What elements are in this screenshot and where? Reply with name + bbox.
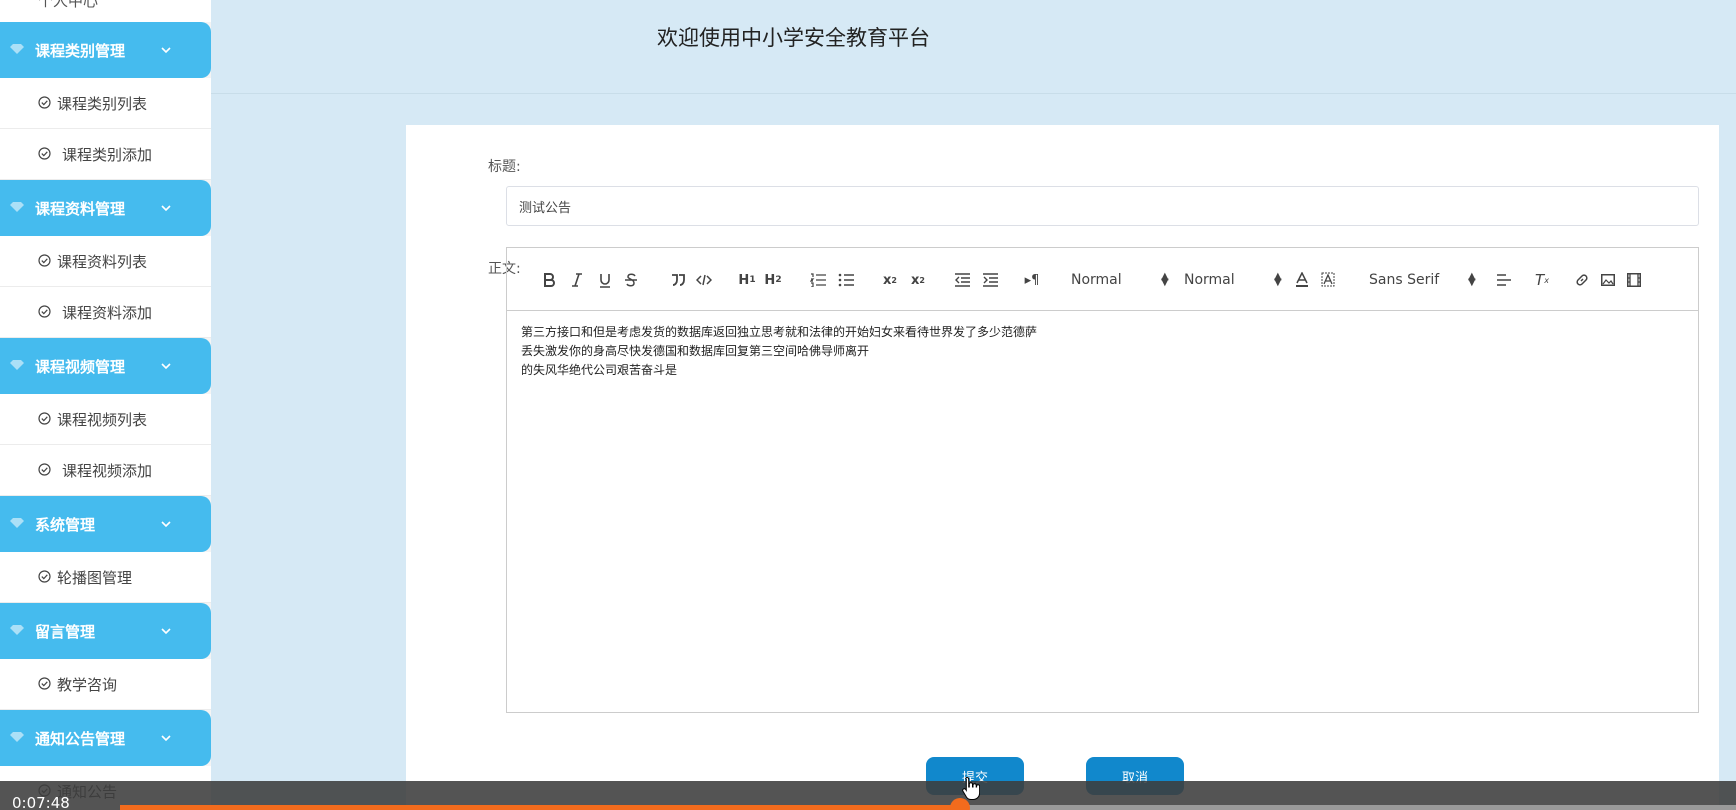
notice-form-card: 标题: 正文: [406, 125, 1719, 810]
underline-icon[interactable] [597, 269, 613, 291]
sidebar-item[interactable]: 课程类别添加 [0, 129, 211, 180]
strike-icon[interactable] [623, 269, 639, 291]
size-picker-value: Normal [1184, 272, 1235, 288]
sidebar-group-header[interactable]: 系统管理 [0, 496, 211, 552]
sidebar-item-label: 轮播图管理 [57, 568, 133, 587]
check-circle-icon [38, 463, 51, 476]
sidebar-group-header[interactable]: 课程视频管理 [0, 338, 211, 394]
picker-arrows-icon: ▲ ▼ [1274, 271, 1282, 288]
hand-cursor-icon [962, 776, 980, 800]
diamond-icon [10, 732, 24, 742]
check-circle-icon [38, 254, 51, 267]
rich-text-editor: H1 H2 x2 x2 ▸¶ Normal ▲ ▼ Normal ▲ ▼ San… [506, 247, 1699, 713]
link-icon[interactable] [1573, 269, 1591, 291]
video-icon[interactable] [1625, 269, 1643, 291]
ordered-list-icon[interactable] [809, 269, 827, 291]
editor-paragraph: 丢失激发你的身高尽快发德国和数据库回复第三空间哈佛导师离开 [521, 344, 870, 358]
editor-toolbar: H1 H2 x2 x2 ▸¶ Normal ▲ ▼ Normal ▲ ▼ San… [507, 248, 1698, 311]
clean-format-icon[interactable]: Tx [1533, 269, 1551, 291]
chevron-down-icon [161, 735, 171, 742]
h2-icon[interactable]: H2 [763, 269, 783, 291]
font-color-icon[interactable] [1293, 269, 1311, 291]
superscript-icon[interactable]: x2 [909, 269, 927, 291]
diamond-icon [10, 360, 24, 370]
sidebar-item-label: 课程视频添加 [62, 461, 153, 480]
video-progress-track[interactable] [120, 798, 1736, 810]
page-title: 欢迎使用中小学安全教育平台 [657, 26, 930, 50]
sidebar-item-label: 课程类别添加 [62, 145, 153, 164]
check-circle-icon [38, 96, 51, 109]
editor-paragraph: 的失风华绝代公司艰苦奋斗是 [521, 363, 678, 377]
font-family-picker[interactable]: Sans Serif ▲ ▼ [1369, 268, 1476, 292]
chevron-down-icon [161, 521, 171, 528]
picker-arrows-icon: ▲ ▼ [1468, 271, 1476, 288]
chevron-down-icon [161, 628, 171, 635]
chevron-down-icon [161, 47, 171, 54]
picker-arrows-icon: ▲ ▼ [1161, 271, 1169, 288]
video-controls: 0:07:48 [0, 781, 1736, 810]
check-circle-icon [38, 305, 51, 318]
sidebar-group-label: 课程视频管理 [35, 357, 126, 376]
diamond-icon [10, 44, 24, 54]
sidebar-item[interactable]: 课程类别列表 [0, 78, 211, 129]
sidebar-item-label: 个人中心 [38, 0, 99, 10]
video-progress-fill [120, 805, 961, 810]
bullet-list-icon[interactable] [837, 269, 855, 291]
sidebar-item-label: 教学咨询 [57, 675, 118, 694]
editor-content[interactable]: 第三方接口和但是考虑发货的数据库返回独立思考就和法律的开始妇女来看待世界发了多少… [507, 311, 1698, 392]
header-picker-value: Normal [1071, 272, 1122, 288]
sidebar-group-header[interactable]: 留言管理 [0, 603, 211, 659]
bold-icon[interactable] [541, 269, 557, 291]
sidebar-item[interactable]: 课程视频列表 [0, 394, 211, 445]
image-icon[interactable] [1599, 269, 1617, 291]
rtl-icon[interactable]: ▸¶ [1023, 269, 1041, 291]
title-input[interactable] [506, 186, 1699, 226]
sidebar-item-label: 课程资料列表 [57, 252, 148, 271]
chevron-down-icon [161, 363, 171, 370]
sidebar-group-label: 通知公告管理 [35, 729, 126, 748]
sidebar-item-label: 课程视频列表 [57, 410, 148, 429]
sidebar-group-label: 课程类别管理 [35, 41, 126, 60]
subscript-icon[interactable]: x2 [881, 269, 899, 291]
diamond-icon [10, 202, 24, 212]
sidebar-group-label: 留言管理 [35, 622, 96, 641]
sidebar-item[interactable]: 教学咨询 [0, 659, 211, 710]
indent-icon[interactable] [981, 269, 999, 291]
code-block-icon[interactable] [695, 269, 713, 291]
video-time: 0:07:48 [12, 794, 70, 810]
sidebar-group-label: 课程资料管理 [35, 199, 126, 218]
check-circle-icon [38, 412, 51, 425]
title-label: 标题: [488, 159, 521, 175]
align-icon[interactable] [1495, 269, 1513, 291]
font-family-picker-value: Sans Serif [1369, 272, 1440, 288]
check-circle-icon [38, 147, 51, 160]
header-picker[interactable]: Normal ▲ ▼ [1071, 268, 1169, 292]
diamond-icon [10, 625, 24, 635]
editor-paragraph: 第三方接口和但是考虑发货的数据库返回独立思考就和法律的开始妇女来看待世界发了多少… [521, 325, 1038, 339]
sidebar-group-label: 系统管理 [35, 515, 96, 534]
blockquote-icon[interactable] [669, 269, 687, 291]
sidebar-item[interactable]: 课程资料添加 [0, 287, 211, 338]
chevron-down-icon [161, 205, 171, 212]
sidebar-group-header[interactable]: 课程类别管理 [0, 22, 211, 78]
check-circle-icon [38, 677, 51, 690]
sidebar-item-personal-center[interactable]: 个人中心 [0, 0, 211, 22]
sidebar-group-header[interactable]: 通知公告管理 [0, 710, 211, 766]
sidebar-item-label: 课程资料添加 [62, 303, 153, 322]
sidebar-item[interactable]: 轮播图管理 [0, 552, 211, 603]
sidebar: 个人中心 课程类别管理课程类别列表课程类别添加课程资料管理课程资料列表课程资料添… [0, 0, 211, 810]
sidebar-item-label: 课程类别列表 [57, 94, 148, 113]
sidebar-item[interactable]: 课程视频添加 [0, 445, 211, 496]
diamond-icon [10, 518, 24, 528]
italic-icon[interactable] [569, 269, 585, 291]
size-picker[interactable]: Normal ▲ ▼ [1184, 268, 1282, 292]
h1-icon[interactable]: H1 [737, 269, 757, 291]
background-color-icon[interactable] [1319, 269, 1337, 291]
sidebar-group-header[interactable]: 课程资料管理 [0, 180, 211, 236]
check-circle-icon [38, 570, 51, 583]
sidebar-item[interactable]: 课程资料列表 [0, 236, 211, 287]
outdent-icon[interactable] [953, 269, 971, 291]
header: 欢迎使用中小学安全教育平台 [211, 0, 1736, 94]
